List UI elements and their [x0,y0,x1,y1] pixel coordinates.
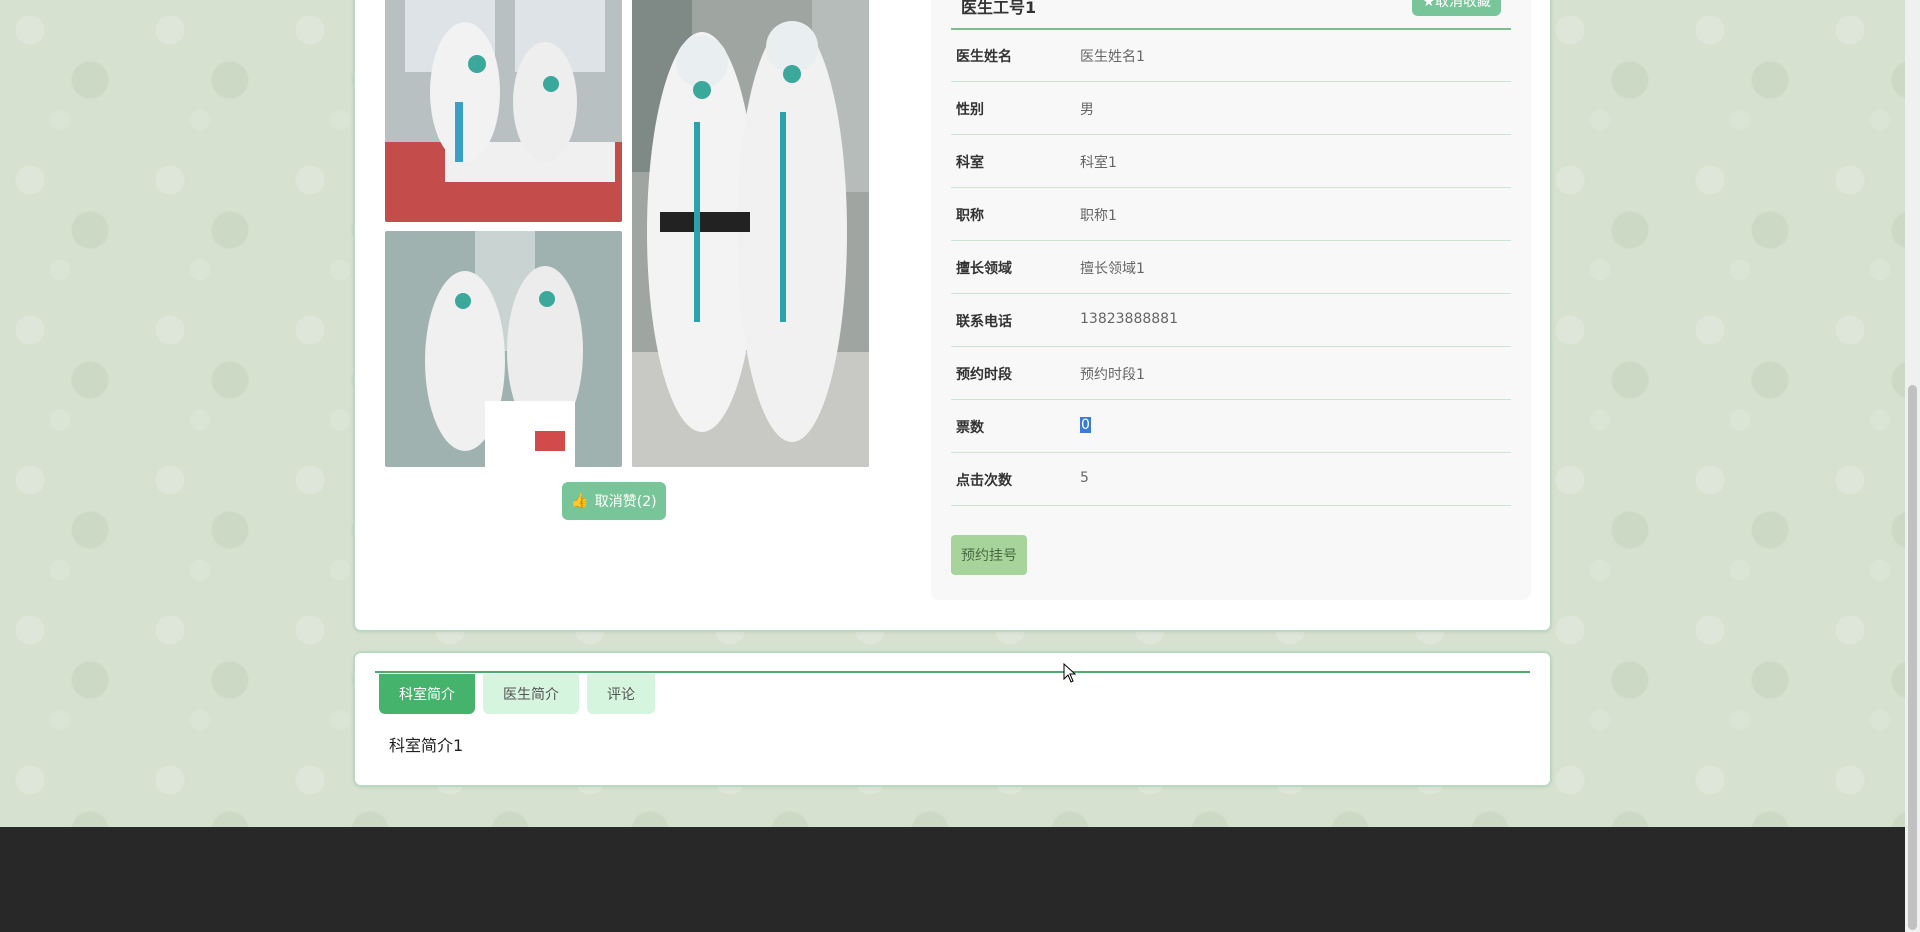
vertical-scrollbar[interactable] [1905,0,1920,932]
info-row-phone: 联系电话 13823888881 [951,294,1511,347]
info-label: 科室 [956,155,984,171]
info-row-specialty: 擅长领域 擅长领域1 [951,241,1511,294]
info-row-timeslot: 预约时段 预约时段1 [951,347,1511,400]
photo-medics-in-corridor[interactable] [385,231,622,467]
info-label: 联系电话 [956,314,1012,330]
tab-comments[interactable]: 评论 [587,674,655,714]
info-header: 医生工号1 ★取消收藏 [951,0,1511,30]
info-value: 医生姓名1 [1080,49,1145,65]
info-label: 性别 [956,102,984,118]
doctor-info-panel: 医生工号1 ★取消收藏 医生姓名 医生姓名1 性别 男 科室 科室1 职称 职称… [931,0,1531,600]
book-appointment-button[interactable]: 预约挂号 [951,535,1027,575]
info-value-selected: 0 [1080,417,1091,433]
doctor-detail-card: 👍 取消赞(2) 医生工号1 ★取消收藏 医生姓名 医生姓名1 性别 男 科室 … [353,0,1552,632]
doctor-photo-gallery [385,0,869,467]
info-row-clicks: 点击次数 5 [951,453,1511,506]
thumbs-up-icon: 👍 [571,493,589,509]
info-value: 5 [1080,470,1089,486]
info-label: 擅长领域 [956,261,1012,277]
doctor-id-title: 医生工号1 [961,0,1037,17]
info-value: 预约时段1 [1080,367,1145,383]
unlike-label: 取消赞(2) [594,494,657,510]
info-value: 擅长领域1 [1080,261,1145,277]
photo-two-medics-standing[interactable] [632,0,869,467]
tab-doctor-intro[interactable]: 医生简介 [483,674,579,714]
info-label: 点击次数 [956,473,1012,489]
photo-medics-at-desk[interactable] [385,0,622,222]
info-value: 职称1 [1080,208,1117,224]
info-row-department: 科室 科室1 [951,135,1511,188]
info-label: 职称 [956,208,984,224]
tabs-card: 科室简介 医生简介 评论 科室简介1 [353,651,1552,787]
info-label: 医生姓名 [956,49,1012,65]
tab-department-intro[interactable]: 科室简介 [379,674,475,714]
scrollbar-thumb[interactable] [1908,385,1917,930]
tab-content-text: 科室简介1 [389,736,464,755]
tab-divider [375,671,1530,673]
info-value: 男 [1080,102,1094,118]
info-value: 13823888881 [1080,311,1178,327]
mouse-pointer-icon [1063,662,1077,683]
info-value: 科室1 [1080,155,1117,171]
info-label: 预约时段 [956,367,1012,383]
info-row-title: 职称 职称1 [951,188,1511,241]
unlike-button[interactable]: 👍 取消赞(2) [562,482,666,520]
info-row-tickets: 票数 0 [951,400,1511,453]
info-row-gender: 性别 男 [951,82,1511,135]
unfavorite-button[interactable]: ★取消收藏 [1412,0,1501,16]
page-footer [0,827,1905,932]
info-row-name: 医生姓名 医生姓名1 [951,29,1511,82]
info-label: 票数 [956,420,984,436]
